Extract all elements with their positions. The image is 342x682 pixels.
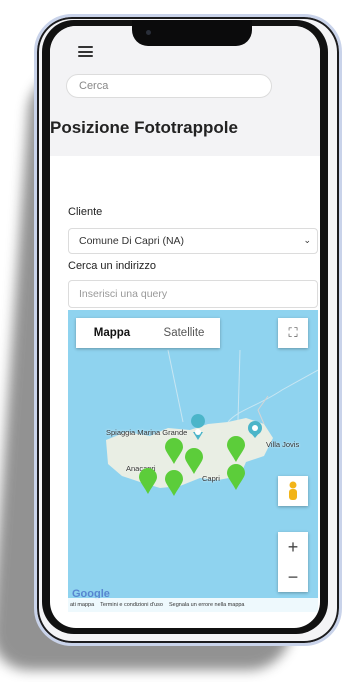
street-view-pegman-icon[interactable]: [278, 476, 308, 506]
map-view[interactable]: Mappa Satellite ⛶ Spiaggia Marina Grande…: [68, 310, 318, 612]
place-label-capri: Capri: [202, 474, 220, 483]
search-input[interactable]: Cerca: [66, 74, 272, 98]
place-label-anacapri: Anacapri: [126, 464, 156, 473]
phone-screen: Cerca Posizione Fototrappole Cliente Com…: [50, 26, 320, 628]
address-query-input[interactable]: Inserisci una query: [68, 280, 318, 308]
fullscreen-button[interactable]: ⛶: [278, 318, 308, 348]
map-report-link[interactable]: Segnala un errore nella mappa: [169, 602, 245, 608]
map-footer: ati mappa Termini e condizioni d'uso Seg…: [68, 598, 318, 612]
page-title: Posizione Fototrappole: [50, 118, 238, 137]
address-label: Cerca un indirizzo: [68, 260, 157, 272]
client-select-value: Comune Di Capri (NA): [79, 235, 185, 247]
client-label: Cliente: [68, 206, 103, 218]
tab-map[interactable]: Mappa: [76, 318, 148, 348]
zoom-out-button[interactable]: −: [278, 562, 308, 592]
map-type-tabs: Mappa Satellite: [76, 318, 220, 348]
map-data-link[interactable]: ati mappa: [70, 602, 94, 608]
chevron-down-icon: ⌄: [303, 235, 311, 245]
zoom-in-button[interactable]: +: [278, 532, 308, 562]
map-terms-link[interactable]: Termini e condizioni d'uso: [100, 602, 163, 608]
zoom-controls: + −: [278, 532, 308, 592]
client-select[interactable]: Comune Di Capri (NA) ⌄: [68, 228, 318, 254]
hamburger-menu-icon[interactable]: [78, 46, 93, 57]
place-label-beach: Spiaggia Marina Grande: [106, 428, 188, 437]
place-label-villa: Villa Jovis: [266, 440, 300, 449]
tab-satellite[interactable]: Satellite: [148, 318, 220, 348]
camera-icon: [146, 30, 151, 35]
